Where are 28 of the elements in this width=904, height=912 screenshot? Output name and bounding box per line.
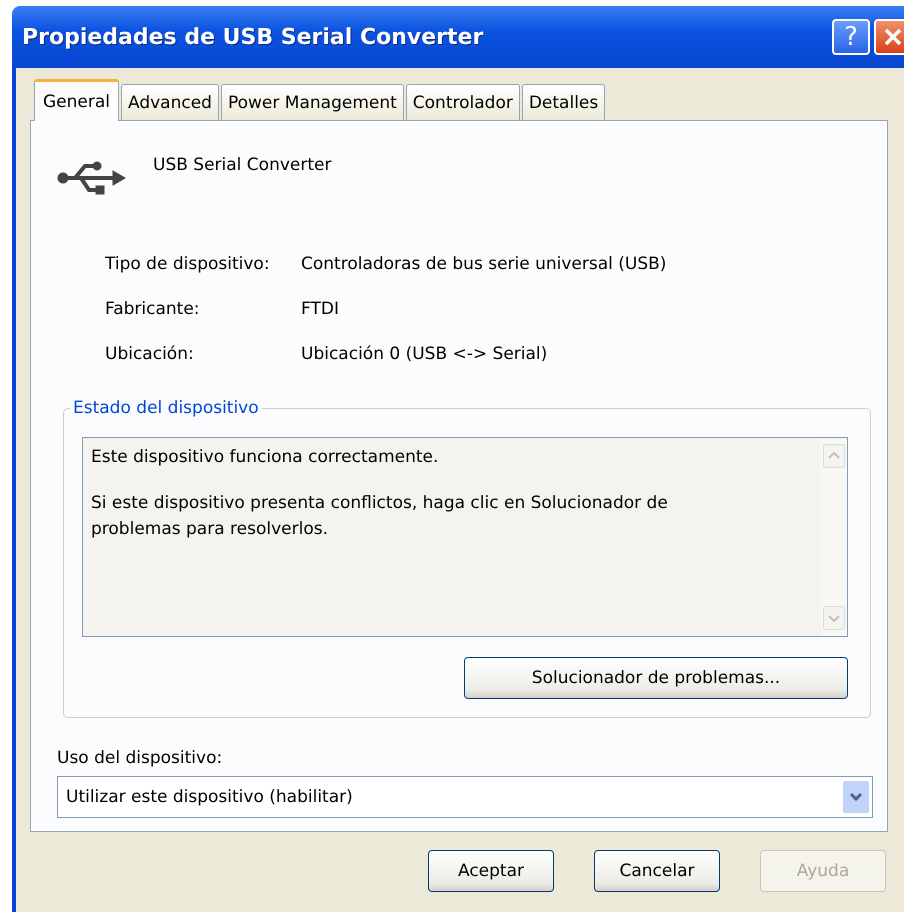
usage-dropdown[interactable]: Utilizar este dispositivo (habilitar)	[57, 776, 873, 818]
close-icon	[882, 26, 904, 48]
window-title: Propiedades de USB Serial Converter	[22, 24, 484, 50]
tab[interactable]: Advanced	[121, 84, 219, 120]
usage-label: Uso del dispositivo:	[57, 747, 224, 770]
scroll-down-icon[interactable]	[823, 606, 845, 630]
status-textbox[interactable]: Este dispositivo funciona correctamente. Si este dispositivo presenta conflictos, haga clic en Solucionador de problemas para resolverlos.	[82, 437, 848, 637]
tab[interactable]: Power Management	[220, 84, 404, 120]
property-value: Ubicación 0 (USB <-> Serial)	[301, 343, 548, 366]
dialog-button[interactable]: Aceptar	[428, 850, 554, 892]
tab[interactable]: Detalles	[522, 84, 606, 120]
property-label: Fabricante:	[105, 298, 201, 321]
status-text: Si este dispositivo presenta conflictos, haga clic en Solucionador de problemas para resolverlos.	[91, 492, 669, 541]
troubleshoot-button[interactable]: Solucionador de problemas...	[464, 657, 848, 699]
usb-icon	[57, 161, 127, 195]
status-text: Este dispositivo funciona correctamente.	[91, 446, 440, 469]
tab[interactable]: Controlador	[406, 84, 520, 120]
property-label: Ubicación:	[105, 343, 195, 366]
tab[interactable]: General	[34, 79, 119, 121]
close-button[interactable]	[874, 19, 904, 55]
dialog-button[interactable]: Cancelar	[594, 850, 720, 892]
scroll-up-icon[interactable]	[823, 444, 845, 468]
property-value: Controladoras de bus serie universal (USB)	[301, 253, 668, 276]
property-label: Tipo de dispositivo:	[105, 253, 271, 276]
scrollbar[interactable]	[821, 438, 847, 636]
device-name: USB Serial Converter	[153, 155, 332, 175]
property-value: FTDI	[301, 298, 340, 321]
group-title: Estado del dispositivo	[70, 397, 262, 419]
